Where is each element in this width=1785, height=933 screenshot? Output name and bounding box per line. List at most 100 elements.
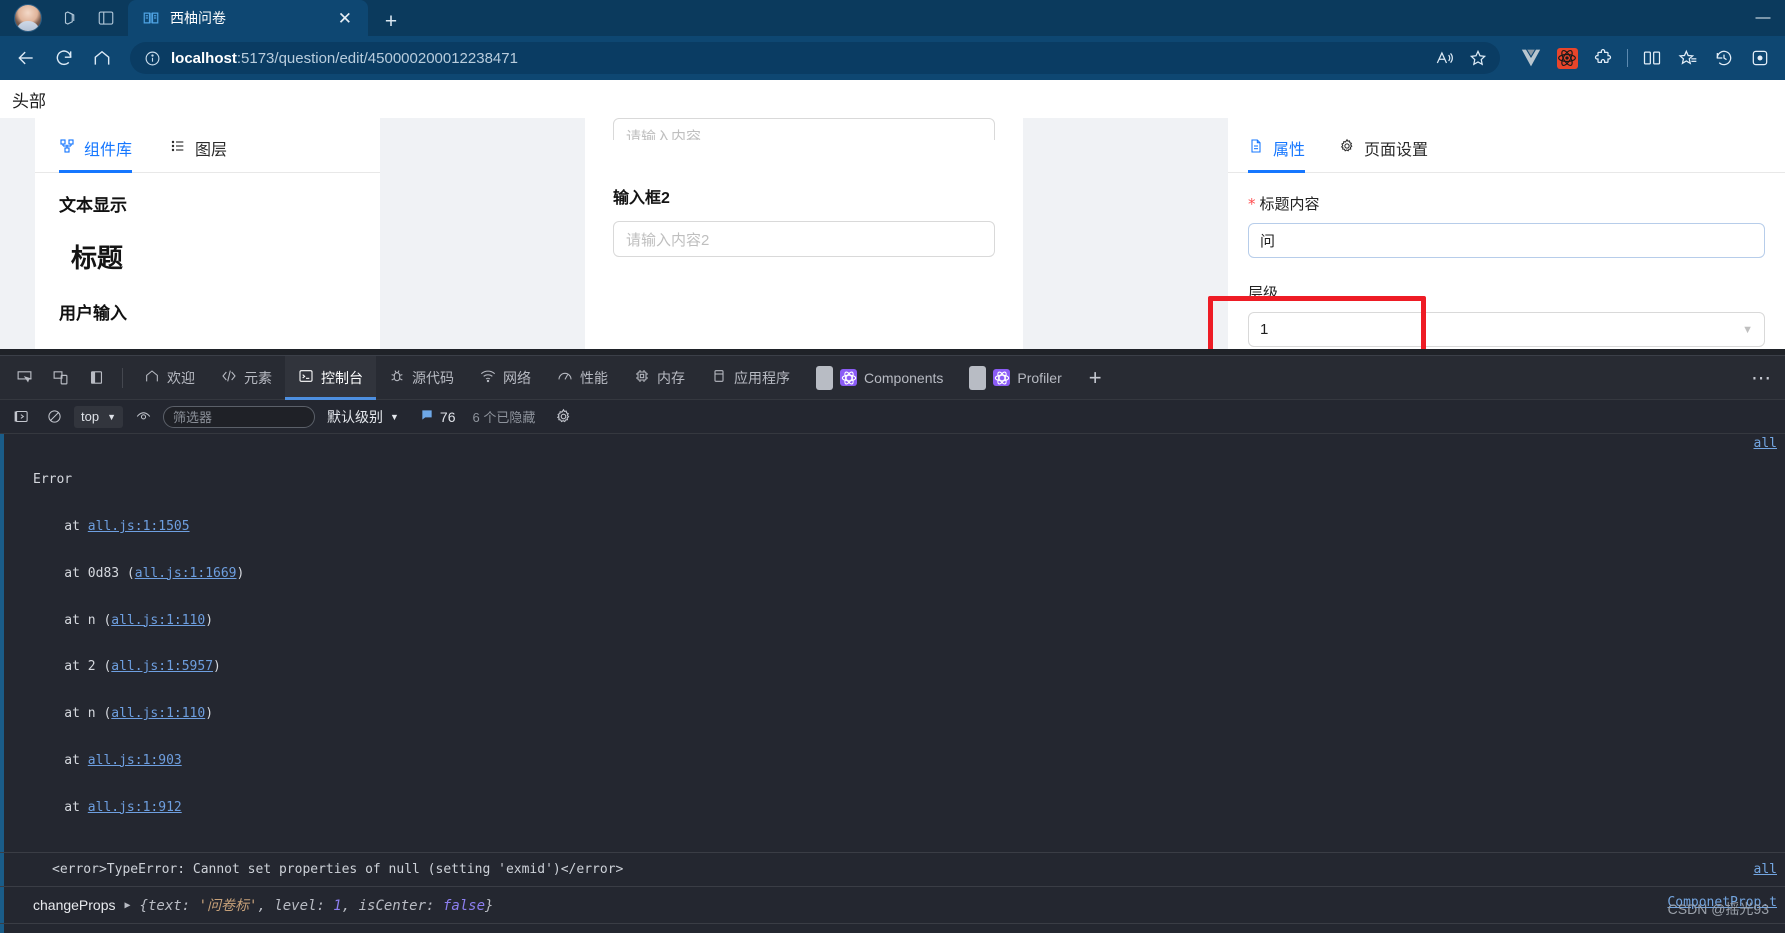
devtools-tab-profiler[interactable]: Profiler <box>956 356 1074 400</box>
level-select[interactable]: 1 ▼ <box>1248 312 1765 347</box>
browser-navbar: localhost:5173/question/edit/45000020001… <box>0 36 1785 80</box>
stack-link[interactable]: all.js:1:110 <box>111 706 205 721</box>
tab-title: 西柚问卷 <box>170 10 226 26</box>
clipped-text-input[interactable]: 请输入内容 <box>613 118 995 140</box>
tab-properties[interactable]: 属性 <box>1248 136 1306 173</box>
extension-toolbar <box>1510 43 1777 73</box>
devtools-tab-performance[interactable]: 性能 <box>544 356 621 400</box>
text-input-2[interactable]: 请输入内容2 <box>613 221 995 257</box>
copilot-icon[interactable] <box>52 3 88 33</box>
inspect-element-icon[interactable] <box>6 361 42 395</box>
page-header-label: 头部 <box>12 91 46 111</box>
window-controls: — <box>1741 0 1785 34</box>
home-icon <box>144 368 160 387</box>
tab-label: 页面设置 <box>1364 142 1429 159</box>
devtools-tab-network[interactable]: 网络 <box>467 356 544 400</box>
collections-icon[interactable] <box>1671 43 1705 73</box>
split-screen-icon[interactable] <box>88 3 124 33</box>
stack-line: at all.js:1:912 <box>33 799 182 815</box>
split-screen-icon[interactable] <box>1635 43 1669 73</box>
dock-side-icon[interactable] <box>78 361 114 395</box>
tab-label: 属性 <box>1273 142 1306 159</box>
back-arrow-icon[interactable] <box>8 42 44 74</box>
log-level-select[interactable]: 默认级别 ▼ <box>327 407 399 427</box>
tab-placeholder-chip <box>816 365 833 390</box>
console-error-group[interactable]: Error at all.js:1:1505 at 0d83 (all.js:1… <box>0 434 1785 852</box>
stack-link[interactable]: all.js:1:1669 <box>135 566 237 581</box>
left-panel-tabs: 组件库 图层 <box>35 118 380 173</box>
expand-triangle-icon[interactable]: ▶ <box>125 900 131 911</box>
browser-essentials-icon[interactable] <box>1743 43 1777 73</box>
page-header: 头部 <box>0 80 1785 118</box>
react-devtools-icon[interactable] <box>1550 43 1584 73</box>
required-asterisk: * <box>1248 195 1256 213</box>
stack-line: at 2 (all.js:1:5957) <box>33 659 221 675</box>
console-output[interactable]: Error at all.js:1:1505 at 0d83 (all.js:1… <box>0 434 1785 933</box>
properties-form: * 标题内容 问 层级 1 ▼ <box>1228 173 1785 347</box>
more-options-icon[interactable]: ⋯ <box>1751 365 1773 390</box>
console-error-message-row[interactable]: <error>TypeError: Cannot set properties … <box>0 852 1785 886</box>
stack-link[interactable]: all.js:1:110 <box>111 613 205 628</box>
console-source-link[interactable]: all <box>1754 436 1777 451</box>
info-circle-icon[interactable] <box>144 50 161 67</box>
devtools-tab-components[interactable]: Components <box>803 356 956 400</box>
console-log-row[interactable]: changeProps ▶ {text: '问卷', level: 1, isC… <box>0 923 1785 933</box>
star-icon[interactable] <box>1462 44 1494 72</box>
performance-gauge-icon <box>557 368 573 387</box>
network-wifi-icon <box>480 368 496 387</box>
devtools-tab-elements[interactable]: 元素 <box>208 356 285 400</box>
add-devtools-tab-button[interactable]: + <box>1075 366 1116 389</box>
code-brackets-icon <box>221 368 237 387</box>
gear-icon[interactable] <box>550 405 576 429</box>
address-bar[interactable]: localhost:5173/question/edit/45000020001… <box>130 42 1500 74</box>
chevron-down-icon: ▼ <box>107 411 116 422</box>
console-source-link[interactable]: all <box>1754 862 1777 877</box>
toolbar-divider <box>122 367 123 388</box>
read-aloud-icon[interactable] <box>1428 44 1460 72</box>
tab-placeholder-chip <box>969 365 987 390</box>
console-sidebar-icon[interactable] <box>8 405 34 429</box>
component-preview-heading[interactable]: 标题 <box>35 216 380 275</box>
stack-link[interactable]: all.js:1:1505 <box>88 519 190 534</box>
stack-link[interactable]: all.js:1:903 <box>88 753 182 768</box>
devtools-tab-welcome[interactable]: 欢迎 <box>131 356 208 400</box>
browser-tab[interactable]: 西柚问卷 ✕ <box>128 0 368 36</box>
live-expression-icon[interactable] <box>130 405 156 429</box>
extensions-puzzle-icon[interactable] <box>1586 43 1620 73</box>
vue-devtools-icon[interactable] <box>1514 43 1548 73</box>
tab-component-library[interactable]: 组件库 <box>59 136 133 173</box>
url-path: :5173/question/edit/450000200012238471 <box>236 49 518 67</box>
execution-context-select[interactable]: top ▼ <box>74 405 123 428</box>
new-tab-button[interactable]: + <box>374 6 408 36</box>
chevron-down-icon: ▼ <box>390 411 399 422</box>
devtools-tab-console[interactable]: 控制台 <box>285 355 376 400</box>
home-icon[interactable] <box>84 42 120 74</box>
minimize-button[interactable]: — <box>1741 9 1785 26</box>
stack-link[interactable]: all.js:1:912 <box>88 800 182 815</box>
stack-line: at n (all.js:1:110) <box>33 706 214 722</box>
history-icon[interactable] <box>1707 43 1741 73</box>
reload-icon[interactable] <box>46 42 82 74</box>
tab-page-settings[interactable]: 页面设置 <box>1339 136 1428 172</box>
tab-label: 内存 <box>657 369 685 386</box>
left-panel: 组件库 图层 文本显示 标题 用户输入 <box>35 118 380 349</box>
close-icon[interactable]: ✕ <box>334 8 356 29</box>
stack-link[interactable]: all.js:1:5957 <box>111 659 213 674</box>
console-log-row[interactable]: changeProps ▶ {text: '问卷标', level: 1, is… <box>0 886 1785 923</box>
prop-label-text: 标题内容 <box>1259 196 1320 213</box>
devtools-tab-memory[interactable]: 内存 <box>621 356 698 400</box>
title-content-input[interactable]: 问 <box>1248 223 1765 258</box>
devtools-tab-application[interactable]: 应用程序 <box>698 356 803 400</box>
clear-console-icon[interactable] <box>41 405 67 429</box>
book-icon <box>142 9 160 27</box>
error-message-text: <error>TypeError: Cannot set properties … <box>52 862 624 878</box>
tab-label: 应用程序 <box>734 369 790 386</box>
devtools-tab-sources[interactable]: 源代码 <box>376 356 467 400</box>
message-count: 76 <box>420 408 456 425</box>
device-toolbar-icon[interactable] <box>42 361 78 395</box>
filter-input[interactable]: 筛选器 <box>163 405 315 428</box>
prop-label-level: 层级 <box>1248 285 1279 302</box>
stack-line: at 0d83 (all.js:1:1669) <box>33 565 245 581</box>
tab-layers[interactable]: 图层 <box>170 136 227 172</box>
avatar[interactable] <box>14 4 42 32</box>
